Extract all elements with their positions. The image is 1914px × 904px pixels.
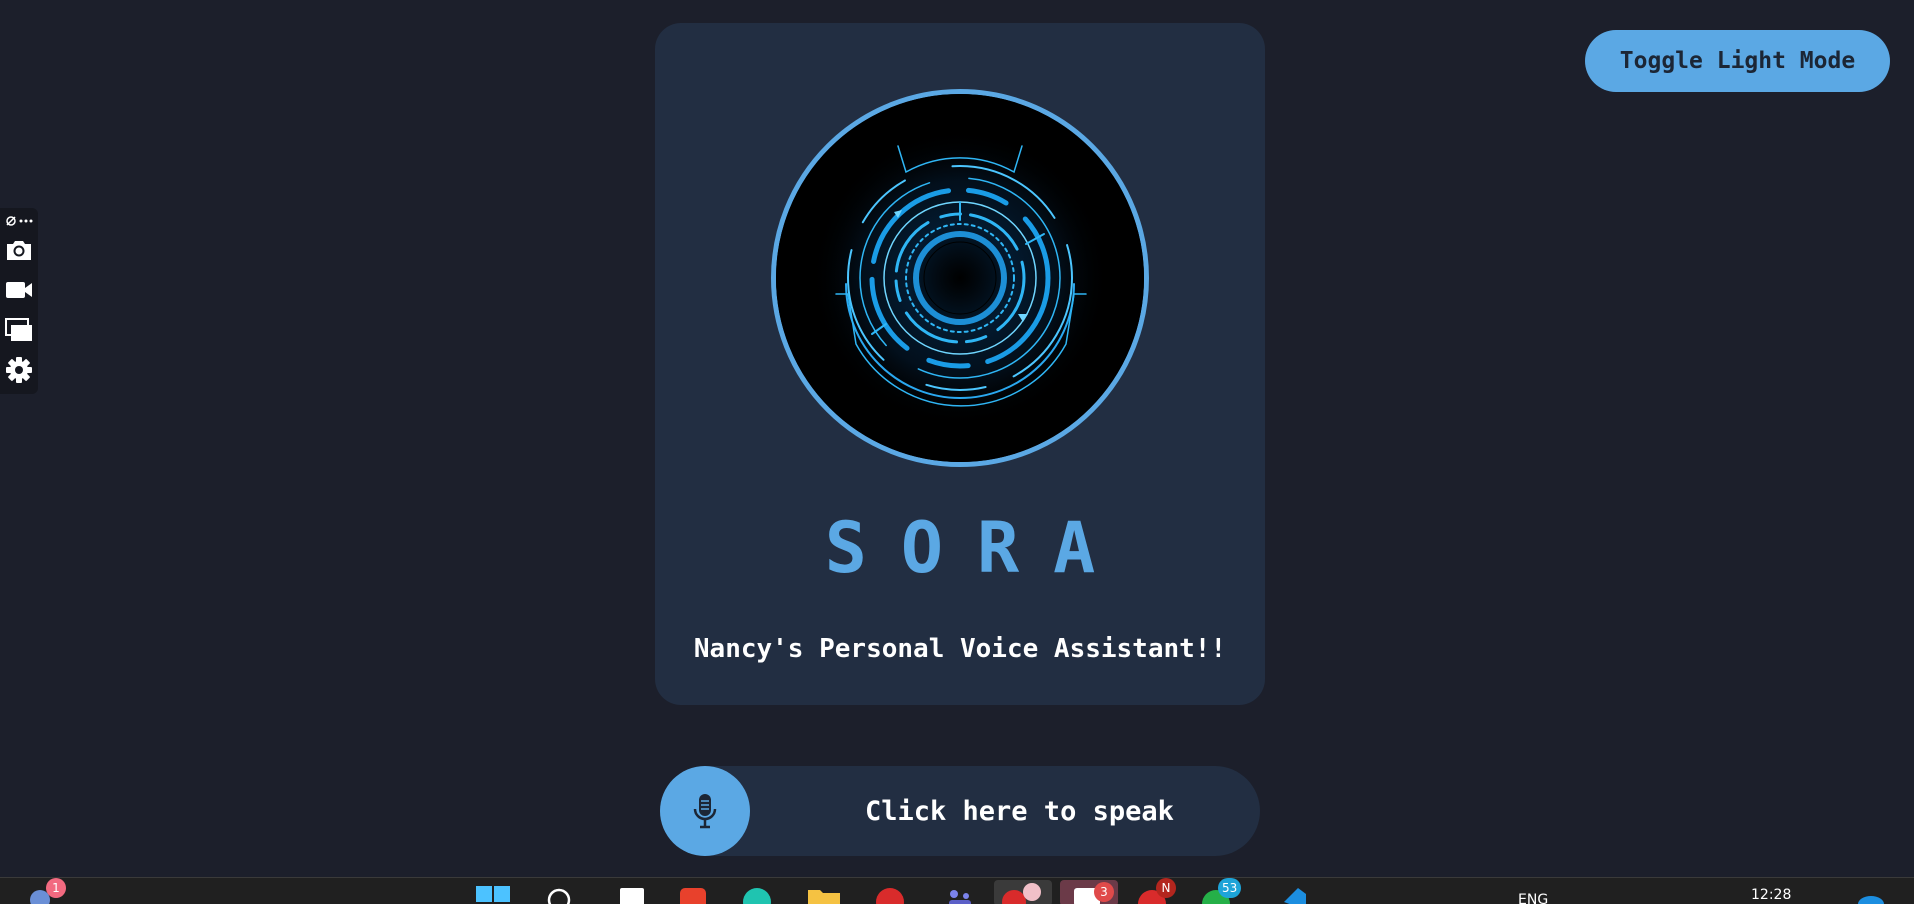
taskbar-app-teams[interactable] [944,884,974,904]
widgets-button[interactable]: 1 [28,878,66,904]
taskbar-app-edge[interactable] [742,884,772,904]
red-app-icon [876,888,904,904]
speak-label[interactable]: Click here to speak [865,766,1174,856]
cloud-icon [1858,896,1884,904]
tray-onedrive[interactable] [1856,884,1886,904]
assistant-name: SORA [824,507,1130,589]
search-icon [547,888,571,904]
taskbar-app-red[interactable] [874,884,906,904]
active-app-badge: 3 [1094,882,1114,902]
chrome-badge: N [1156,878,1176,898]
toolbar-handle[interactable] [5,212,33,230]
microphone-icon [693,794,717,829]
mic-button[interactable] [660,766,750,856]
taskbar-app-office[interactable] [678,884,708,904]
capture-toolbar [0,208,38,394]
edge-browser-icon [743,888,771,904]
chrome-profile-icon [1002,883,1041,904]
windows-taskbar: 1 3 N 53 ENG 12:28 [0,877,1914,904]
whatsapp-badge: 53 [1218,878,1242,898]
taskbar-app-active[interactable]: 3 [1060,880,1118,904]
more-icon [19,219,33,223]
task-view-button[interactable] [618,884,646,904]
taskbar-app-vscode[interactable] [1280,884,1310,904]
teams-icon [949,890,971,904]
vscode-icon [1284,888,1306,904]
taskbar-app-chrome[interactable]: N [1136,878,1176,904]
language-indicator[interactable]: ENG [1518,892,1548,904]
taskbar-app-whatsapp[interactable]: 53 [1200,878,1242,904]
screenshot-button[interactable] [2,230,36,270]
folder-icon [808,890,840,904]
video-camera-icon [6,282,32,298]
toggle-light-mode-button[interactable]: Toggle Light Mode [1585,30,1890,92]
record-video-button[interactable] [2,270,36,310]
speak-bar[interactable]: Click here to speak [660,766,1260,856]
clock-time[interactable]: 12:28 [1751,887,1791,903]
assistant-subtitle: Nancy's Personal Voice Assistant!! [693,634,1227,664]
windows-button[interactable] [2,310,36,350]
task-view-icon [620,888,644,904]
camera-icon [7,241,31,260]
office-app-icon [680,888,706,904]
taskbar-app-chrome-profile[interactable] [994,880,1052,904]
assistant-card: SORA Nancy's Personal Voice Assistant!! [655,23,1265,705]
hud-orb-graphic [776,94,1144,462]
settings-button[interactable] [2,350,36,390]
gear-icon [6,357,32,383]
start-button[interactable] [476,884,510,904]
search-button[interactable] [546,884,574,904]
windows-logo-icon [476,886,510,902]
widgets-badge: 1 [46,878,66,898]
windows-stack-icon [5,318,32,341]
taskbar-app-explorer[interactable] [806,884,842,904]
assistant-orb-image [771,89,1149,467]
pin-icon [6,216,16,226]
